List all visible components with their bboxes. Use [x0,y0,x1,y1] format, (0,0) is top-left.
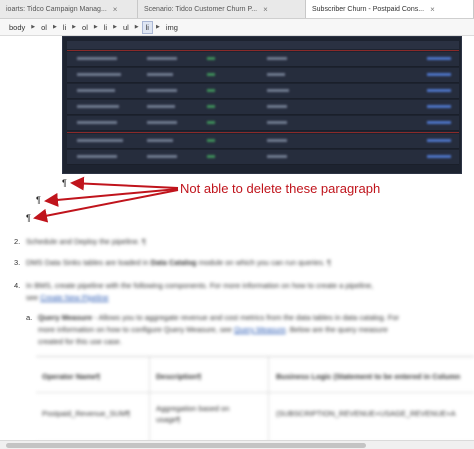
image-row [67,84,459,99]
image-row [67,68,459,83]
create-new-pipeline-link[interactable]: Create New Pipeline [40,293,108,302]
close-icon[interactable]: × [430,5,435,14]
step-text: DMS Data Sinks tables are loaded in Data… [26,258,332,267]
image-row [67,52,459,67]
substep-text: created for this use case. [38,337,122,346]
breadcrumb-item[interactable]: img [163,22,181,33]
tab-campaign-manager[interactable]: ioarts: Tidco Campaign Manag... × [0,0,138,18]
annotation-label: Not able to delete these paragraph [180,181,381,196]
breadcrumb-item[interactable]: ul [120,22,132,33]
annotation-arrow [33,189,179,223]
step-number: 4. [14,281,21,290]
chevron-right-icon: ▶ [31,24,36,30]
column-header: Business Logic (Statement to be entered … [276,372,461,381]
empty-paragraph-mark[interactable]: ¶ [62,178,67,188]
table-header-row: Operator Name¶ Description¶ Business Log… [36,357,474,393]
substep-letter: a. [26,313,33,322]
substep-text: Query Measure - Allows you to aggregate … [38,313,400,322]
step-text: Schedule and Deploy the pipeline. ¶ [26,237,146,246]
table-cell[interactable]: Postpaid_Revenue_SUM¶ [42,409,130,418]
step-number: 3. [14,258,21,267]
close-icon[interactable]: × [113,5,118,14]
annotation-arrow [70,176,179,191]
image-divider [67,132,459,133]
image-row [67,134,459,149]
breadcrumb-item[interactable]: body [6,22,28,33]
chevron-right-icon: ▶ [134,24,139,30]
embedded-screenshot-image[interactable] [62,36,462,174]
step-text: In BMS, create pipeline with the followi… [26,281,374,290]
tab-label: Subscriber Churn - Postpaid Cons... [312,6,425,13]
close-icon[interactable]: × [263,5,268,14]
image-divider [67,50,459,51]
chevron-right-icon: ▶ [52,24,57,30]
image-header-bar [67,41,459,49]
empty-paragraph-mark[interactable]: ¶ [26,213,31,223]
column-header: Description¶ [156,372,202,381]
chevron-right-icon: ▶ [155,24,160,30]
column-header: Operator Name¶ [42,372,101,381]
breadcrumb-item-selected[interactable]: li [141,20,153,34]
browser-tab-bar: ioarts: Tidco Campaign Manag... × Scenar… [0,0,474,19]
image-row [67,150,459,165]
horizontal-scrollbar[interactable] [0,440,474,449]
tab-label: ioarts: Tidco Campaign Manag... [6,6,107,13]
query-measure-link[interactable]: Query Measure [234,325,286,334]
breadcrumb-item[interactable]: li [101,22,110,33]
chevron-right-icon: ▶ [72,24,77,30]
table-cell[interactable]: Aggregation based on [156,404,229,413]
tab-customer-churn[interactable]: Scenario: Tidco Customer Churn P... × [138,0,306,18]
table-cell[interactable]: (SUBSCRIPTION_REVENUE+USAGE_REVENUE+A [276,409,456,418]
empty-paragraph-mark[interactable]: ¶ [36,195,41,205]
query-measure-table: Operator Name¶ Description¶ Business Log… [36,356,474,443]
step-text: see Create New Pipeline [26,293,109,302]
element-breadcrumb: body ▶ ol ▶ li ▶ ol ▶ li ▶ ul ▶ li ▶ img [0,19,474,36]
image-row [67,116,459,131]
breadcrumb-item[interactable]: ol [38,22,50,33]
image-row [67,100,459,115]
breadcrumb-item[interactable]: li [60,22,69,33]
scrollbar-thumb[interactable] [6,443,366,448]
step-number: 2. [14,237,21,246]
tab-label: Scenario: Tidco Customer Churn P... [144,6,258,13]
annotation-arrow [44,188,179,207]
table-row: Postpaid_Revenue_SUM¶ Aggregation based … [36,393,474,443]
chevron-right-icon: ▶ [93,24,98,30]
substep-text: more information on how to configure Que… [38,325,388,334]
chevron-right-icon: ▶ [113,24,117,30]
tab-subscriber-churn[interactable]: Subscriber Churn - Postpaid Cons... × [306,0,474,18]
table-cell[interactable]: usage¶ [156,415,180,424]
breadcrumb-item[interactable]: ol [79,22,91,33]
